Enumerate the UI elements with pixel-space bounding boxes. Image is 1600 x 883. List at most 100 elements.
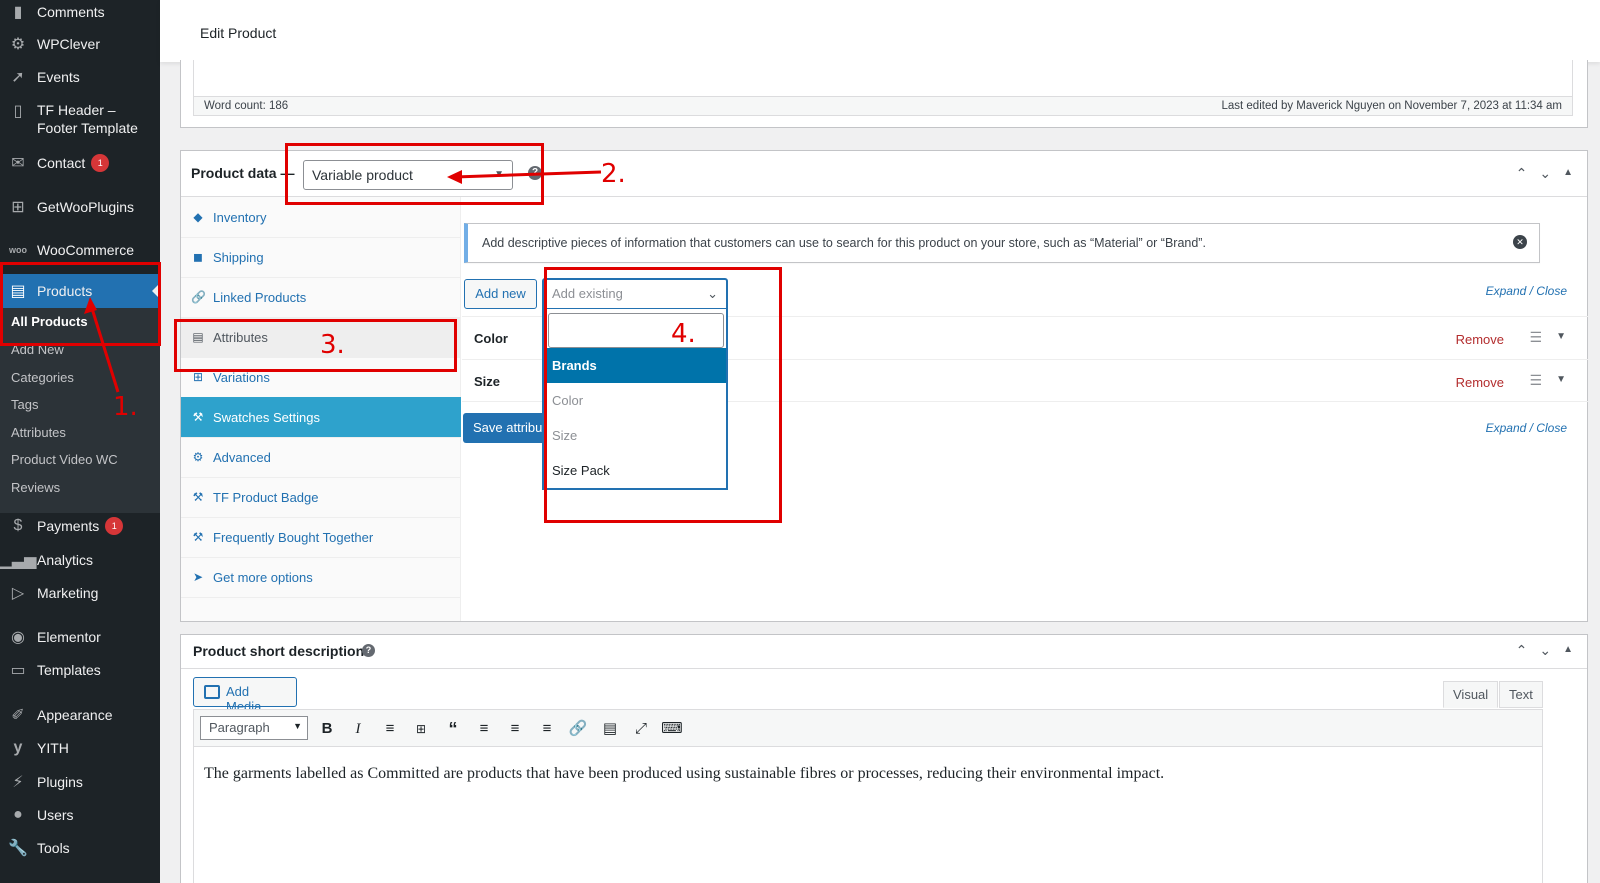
tab-linked-products-label: Linked Products [213, 289, 307, 305]
menu-elementor[interactable]: ◉ Elementor [0, 627, 160, 647]
save-attributes-button[interactable]: Save attributes [463, 413, 545, 443]
wrench-icon: ⚒ [192, 490, 204, 504]
remove-attribute-link[interactable]: Remove [1456, 332, 1504, 347]
tab-text[interactable]: Text [1499, 681, 1543, 708]
toggle-arrow-icon[interactable]: ▼ [1556, 331, 1566, 342]
envelope-icon: ✉ [11, 155, 25, 172]
short-description-content[interactable]: The garments labelled as Committed are p… [193, 747, 1543, 883]
product-data-title: Product data — [191, 165, 295, 181]
annotation-label-1: 1. [113, 392, 138, 422]
truck-icon: ◼ [193, 250, 203, 264]
numbered-list-icon[interactable]: ⊞ [410, 718, 432, 740]
toggle-arrow-icon[interactable]: ▼ [1556, 374, 1566, 385]
menu-woocommerce[interactable]: woo WooCommerce [0, 240, 160, 260]
comment-icon: ▮ [13, 4, 23, 21]
format-select[interactable]: Paragraph ▼ [200, 716, 308, 740]
brush-icon: ✐ [11, 707, 25, 724]
collapse-icon[interactable]: ▲ [1563, 167, 1573, 182]
bold-icon[interactable]: B [316, 718, 338, 740]
annotation-label-3: 3. [320, 330, 345, 360]
tab-frequently-bought-together-label: Frequently Bought Together [213, 529, 374, 545]
word-count: Word count: 186 [204, 100, 289, 112]
move-up-icon[interactable]: ⌃ [1516, 165, 1528, 182]
document-icon: ▯ [13, 103, 23, 120]
submenu-attributes[interactable]: Attributes [11, 425, 66, 440]
grid-icon: ⊞ [192, 370, 204, 384]
menu-tf-header-footer[interactable]: ▯ TF Header – Footer Template [0, 101, 160, 139]
expand-close-link-bottom[interactable]: Expand / Close [1486, 421, 1567, 435]
editor-content[interactable]: Word count: 186 Last edited by Maverick … [193, 60, 1573, 116]
align-center-icon[interactable]: ≡ [504, 718, 526, 740]
tab-advanced[interactable]: ⚙ Advanced [181, 437, 461, 478]
annotation-label-4: 4. [671, 319, 696, 349]
tab-tf-product-badge[interactable]: ⚒ TF Product Badge [181, 477, 461, 518]
format-value: Paragraph [209, 720, 270, 735]
annotation-box-1 [0, 262, 161, 346]
fullscreen-icon[interactable]: ⤢ [630, 718, 652, 740]
submenu-product-video[interactable]: Product Video WC [11, 452, 118, 467]
menu-yith[interactable]: y YITH [0, 738, 160, 758]
drag-handle-icon[interactable]: ☰ [1529, 372, 1542, 389]
menu-templates[interactable]: ▭ Templates [0, 660, 160, 680]
read-more-icon[interactable]: ▤ [599, 718, 621, 740]
blockquote-icon[interactable]: “ [442, 718, 464, 740]
wrench-icon: ⚒ [192, 530, 204, 544]
tag-icon: ◆ [193, 210, 203, 224]
tab-visual[interactable]: Visual [1443, 681, 1499, 708]
menu-users[interactable]: ● Users [0, 805, 160, 825]
expand-close-link-top[interactable]: Expand / Close [1486, 284, 1567, 298]
menu-tools[interactable]: 🔧 Tools [0, 838, 160, 858]
annotation-box-2 [285, 143, 544, 205]
tab-swatches-settings[interactable]: ⚒ Swatches Settings [181, 397, 461, 438]
collapse-icon[interactable]: ▲ [1563, 644, 1573, 659]
drag-handle-icon[interactable]: ☰ [1529, 329, 1542, 346]
megaphone-icon: ▷ [11, 585, 25, 602]
tab-linked-products[interactable]: 🔗 Linked Products [181, 277, 461, 318]
align-left-icon[interactable]: ≡ [473, 718, 495, 740]
menu-getwooplugins[interactable]: ⊞ GetWooPlugins [0, 197, 160, 217]
submenu-tags[interactable]: Tags [11, 397, 38, 412]
tab-shipping-label: Shipping [213, 249, 264, 265]
menu-comments[interactable]: ▮ Comments [0, 2, 160, 22]
short-description-title: Product short description [193, 643, 365, 659]
menu-events[interactable]: ➚ Events [0, 67, 160, 87]
italic-icon[interactable]: I [347, 718, 369, 740]
menu-marketing[interactable]: ▷ Marketing [0, 583, 160, 603]
tab-get-more-options[interactable]: ➤ Get more options [181, 557, 461, 598]
align-right-icon[interactable]: ≡ [536, 718, 558, 740]
plug-icon: ➤ [192, 570, 204, 584]
submenu-reviews[interactable]: Reviews [11, 480, 60, 495]
remove-attribute-link[interactable]: Remove [1456, 375, 1504, 390]
menu-payments[interactable]: $ Payments 1 [0, 516, 160, 536]
bullet-list-icon[interactable]: ≡ [379, 718, 401, 740]
contact-badge: 1 [91, 154, 110, 172]
media-icon [204, 685, 220, 699]
yith-icon: y [13, 739, 23, 756]
tab-tf-product-badge-label: TF Product Badge [213, 489, 319, 505]
menu-contact[interactable]: ✉ Contact 1 [0, 153, 160, 173]
add-media-button[interactable]: Add Media [193, 677, 297, 714]
link-icon[interactable]: 🔗 [567, 718, 589, 740]
menu-plugins[interactable]: ⚡ Plugins [0, 772, 160, 792]
submenu-categories[interactable]: Categories [11, 370, 74, 385]
tab-frequently-bought-together[interactable]: ⚒ Frequently Bought Together [181, 517, 461, 558]
menu-analytics[interactable]: ▁▃▅ Analytics [0, 550, 160, 570]
short-description-text: The garments labelled as Committed are p… [204, 765, 1165, 782]
tab-shipping[interactable]: ◼ Shipping [181, 237, 461, 278]
move-up-icon[interactable]: ⌃ [1516, 642, 1528, 659]
gear-icon: ⚙ [192, 450, 204, 464]
move-down-icon[interactable]: ⌄ [1539, 642, 1551, 659]
menu-tf-header-label-1: TF Header – [37, 102, 116, 118]
short-description-header: Product short description ? ⌃ ⌄ ▲ [181, 635, 1587, 669]
keyboard-icon[interactable]: ⌨ [661, 718, 683, 740]
menu-wpclever[interactable]: ⚙ WPClever [0, 34, 160, 54]
move-down-icon[interactable]: ⌄ [1539, 165, 1551, 182]
attributes-notice-text: Add descriptive pieces of information th… [482, 236, 1206, 250]
product-data-tabs: ◆ Inventory ◼ Shipping 🔗 Linked Products… [181, 197, 461, 621]
close-icon[interactable]: ✕ [1513, 235, 1527, 249]
menu-appearance[interactable]: ✐ Appearance [0, 705, 160, 725]
annotation-label-2: 2. [601, 159, 626, 189]
annotation-box-4 [544, 267, 782, 523]
add-new-attribute-button[interactable]: Add new [464, 279, 537, 309]
help-icon[interactable]: ? [362, 644, 375, 657]
